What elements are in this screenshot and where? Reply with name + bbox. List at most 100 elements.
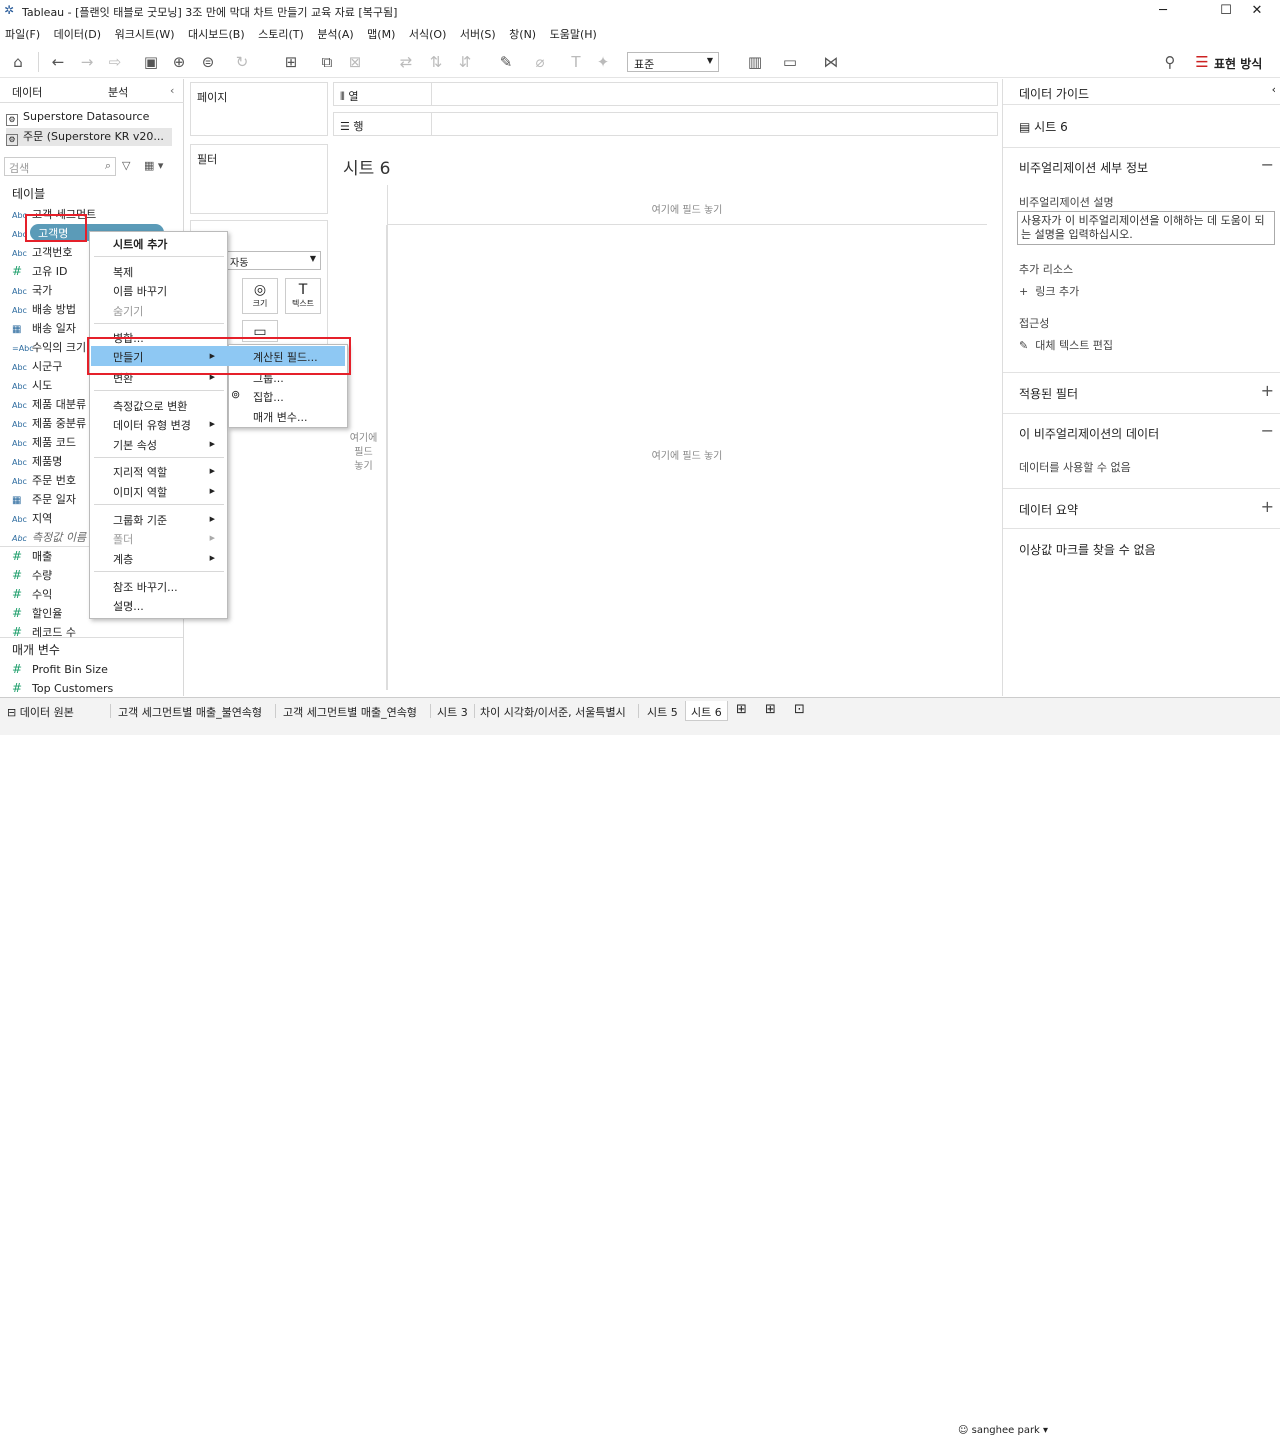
menu-worksheet[interactable]: 워크시트(W) [110,24,180,42]
show-me-icon[interactable]: ☰ [1192,52,1212,72]
minimize-button[interactable]: ─ [1140,2,1186,20]
undo-icon[interactable]: ← [48,52,68,72]
menu-help[interactable]: 도움말(H) [545,24,602,42]
menu-item-add-to-sheet[interactable]: 시트에 추가 [113,236,167,252]
menu-item-duplicate[interactable]: 복제 [113,264,133,280]
menu-item-geographic-role[interactable]: 지리적 역할 [113,464,167,480]
collapse-icon[interactable]: ‹ [1272,83,1276,96]
close-button[interactable]: ✕ [1234,2,1280,20]
show-labels-icon[interactable]: ▥ [745,52,765,72]
duplicate-sheet-icon[interactable]: ⧉ [317,52,337,72]
datasource-icon: ⚙ [6,134,18,146]
menu-file[interactable]: 파일(F) [0,24,45,42]
redo-icon[interactable]: → [77,52,97,72]
sheet-tab[interactable]: 고객 세그먼트별 매출_불연속형 [113,701,267,721]
menu-data[interactable]: 데이터(D) [49,24,106,42]
label-icon[interactable]: T [566,52,586,72]
swap-icon[interactable]: ⇄ [396,52,416,72]
main-drop-zone[interactable]: 여기에 필드 놓기 [387,225,987,690]
submenu-arrow-icon: ▶ [209,440,215,448]
text-button[interactable]: T 텍스트 [285,278,321,314]
save-icon[interactable]: ▣ [141,52,161,72]
pause-updates-icon[interactable]: ⊜ [198,52,218,72]
presentation-icon[interactable]: ▭ [780,52,800,72]
parameter-item[interactable]: # Profit Bin Size [12,662,182,681]
datasource-item[interactable]: ⚙ Superstore Datasource [6,110,149,126]
tab-data[interactable]: 데이터 [12,84,42,100]
menu-item-folder[interactable]: 폴더 [113,531,133,547]
new-dashboard-icon[interactable]: ⊞ [760,701,781,721]
menu-story[interactable]: 스토리(T) [253,24,309,42]
menu-dashboard[interactable]: 대시보드(B) [183,24,250,42]
menu-analysis[interactable]: 분석(A) [312,24,358,42]
pages-shelf[interactable]: 페이지 [190,82,328,136]
search-input[interactable]: 검색 ⌕ [4,157,116,176]
show-me-label[interactable]: 표현 방식 [1214,55,1262,72]
menu-server[interactable]: 서버(S) [455,24,501,42]
mark-type-dropdown[interactable]: 자동 ▼ [225,251,321,270]
menu-item-convert-to-measure[interactable]: 측정값으로 변환 [113,398,187,414]
sheet-tab[interactable]: 고객 세그먼트별 매출_연속형 [278,701,422,721]
tab-analysis[interactable]: 분석 [108,84,128,100]
expand-icon[interactable]: + [1261,497,1274,516]
viz-description-input[interactable]: 사용자가 이 비주얼리제이션을 이해하는 데 도움이 되는 설명을 입력하십시오… [1017,211,1275,245]
menu-format[interactable]: 서식(O) [404,24,451,42]
user-account[interactable]: ☺ sanghee park ▾ [958,1425,1048,1436]
fit-dropdown[interactable]: 표준 ▼ [627,52,719,72]
sort-ascending-icon[interactable]: ⇅ [426,52,446,72]
size-button[interactable]: ◎ 크기 [242,278,278,314]
row-drop-zone[interactable]: 여기에 필드 놓기 [341,225,387,690]
pin-board-icon[interactable]: ⚲ [1160,52,1180,72]
menu-window[interactable]: 창(N) [504,24,541,42]
menu-map[interactable]: 맵(M) [362,24,400,42]
viz-desc-label: 비주얼리제이션 설명 [1019,196,1114,209]
new-datasource-icon[interactable]: ⊕ [169,52,189,72]
new-sheet-icon[interactable]: ⊞ [281,52,301,72]
menu-item-parameter[interactable]: 매개 변수... [253,409,307,425]
add-link-button[interactable]: + 링크 추가 [1019,283,1079,299]
view-options-icon[interactable]: ▦ ▾ [144,159,163,172]
menu-item-hierarchy[interactable]: 계층 [113,551,133,567]
highlight-icon[interactable]: ✎ [496,52,516,72]
group-icon[interactable]: ⌀ [530,52,550,72]
clear-sheet-icon[interactable]: ⊠ [345,52,365,72]
menu-item-rename[interactable]: 이름 바꾸기 [113,283,167,299]
viz-data-header: 이 비주얼리제이션의 데이터 [1019,427,1160,441]
columns-icon: ⦀ [340,90,345,103]
sort-descending-icon[interactable]: ⇵ [455,52,475,72]
collapse-section-icon[interactable]: − [1261,421,1274,440]
sheet-tab[interactable]: 차이 시각화/이서준, 서울특별시 [475,701,631,721]
sheet-tab[interactable]: 시트 3 [432,701,473,721]
datasource-item-selected[interactable]: ⚙ 주문 (Superstore KR v20... [6,128,172,146]
sheet-tab-active[interactable]: 시트 6 [685,701,728,721]
columns-shelf[interactable]: ⦀ 열 [333,82,998,106]
menu-item-replace-references[interactable]: 참조 바꾸기... [113,579,178,595]
data-pane-tabs: 데이터 분석 ‹ [0,79,184,103]
refresh-icon[interactable]: ↻ [232,52,252,72]
share-icon[interactable]: ⋈ [821,52,841,72]
edit-alt-text-button[interactable]: ✎ 대체 텍스트 편집 [1019,337,1113,353]
rows-shelf[interactable]: ☰ 행 [333,112,998,136]
pin-icon[interactable]: ✦ [593,52,613,72]
menu-item-group-by[interactable]: 그룹화 기준 [113,512,167,528]
menu-item-set[interactable]: 집합... [253,389,284,405]
menu-item-change-data-type[interactable]: 데이터 유형 변경 [113,417,191,433]
home-icon[interactable]: ⌂ [8,52,28,72]
menu-item-default-properties[interactable]: 기본 속성 [113,437,157,453]
collapse-section-icon[interactable]: − [1261,155,1274,174]
filter-icon[interactable]: ▽ [122,159,130,172]
filters-shelf[interactable]: 필터 [190,144,328,214]
menu-item-image-role[interactable]: 이미지 역할 [113,484,167,500]
sheet-tab[interactable]: 시트 5 [642,701,683,721]
tab-datasource[interactable]: ⊟ 데이터 원본 [2,701,79,721]
menu-item-describe[interactable]: 설명... [113,598,144,614]
column-drop-zone[interactable]: 여기에 필드 놓기 [387,185,987,225]
expand-icon[interactable]: + [1261,381,1274,400]
new-worksheet-icon[interactable]: ⊞ [731,701,752,721]
menu-item-hide[interactable]: 숨기기 [113,303,143,319]
collapse-icon[interactable]: ‹ [170,84,174,97]
new-story-icon[interactable]: ⊡ [789,701,810,721]
pencil-icon: ✎ [1019,339,1029,352]
toolbar: ⌂ ← → ⇨ ▣ ⊕ ⊜ ↻ ⊞ ⧉ ⊠ ⇄ ⇅ ⇵ ✎ ⌀ T ✦ 표준 ▼… [0,46,1280,78]
replay-icon[interactable]: ⇨ [105,52,125,72]
